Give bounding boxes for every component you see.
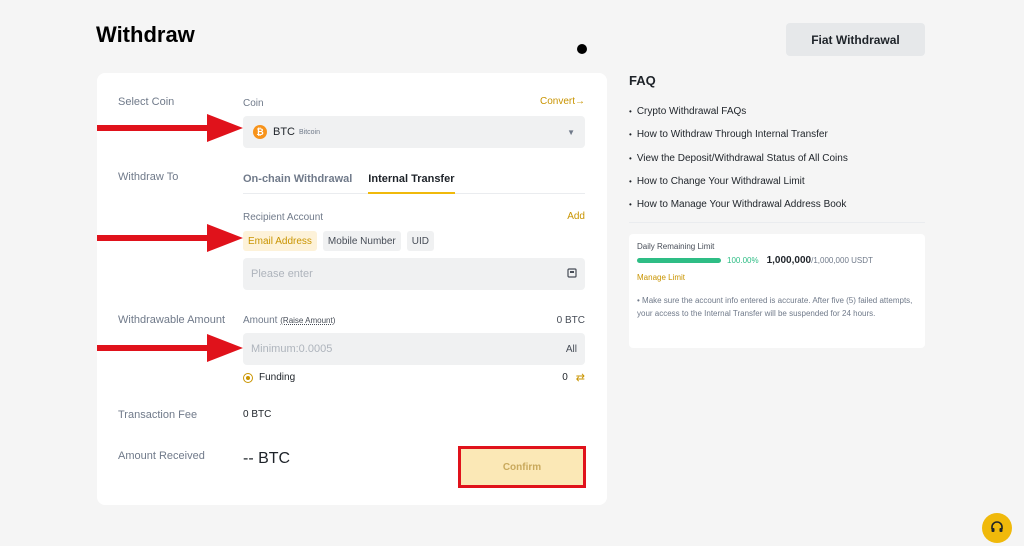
daily-limit-card: Daily Remaining Limit 100.00% 1,000,000 … xyxy=(629,234,925,348)
fiat-withdrawal-button[interactable]: Fiat Withdrawal xyxy=(786,23,925,56)
annotation-arrow-coin xyxy=(97,114,243,142)
faq-list: Crypto Withdrawal FAQs How to Withdraw T… xyxy=(629,106,848,222)
caret-down-icon: ▼ xyxy=(567,127,575,137)
convert-link-text: Convert xyxy=(539,96,575,107)
daily-limit-label: Daily Remaining Limit xyxy=(637,242,715,251)
confirm-highlight-box: Confirm xyxy=(458,446,586,488)
funding-right: 0 ⇄ xyxy=(562,371,585,384)
annotation-arrow-recipient xyxy=(97,224,243,252)
funding-label: Funding xyxy=(259,372,296,383)
limit-value: 1,000,000 xyxy=(766,255,812,266)
manage-limit-link[interactable]: Manage Limit xyxy=(637,273,917,282)
amount-field-label: Amount (Raise Amount) xyxy=(243,315,335,326)
funding-radio[interactable] xyxy=(243,372,253,383)
address-book-icon[interactable] xyxy=(567,267,577,281)
faq-item[interactable]: Crypto Withdrawal FAQs xyxy=(629,106,848,129)
chip-uid[interactable]: UID xyxy=(406,231,434,251)
all-button[interactable]: All xyxy=(566,344,577,355)
amount-received-value: -- BTC xyxy=(243,450,291,467)
funding-row: Funding 0 ⇄ xyxy=(243,371,585,384)
transaction-fee-value: 0 BTC xyxy=(243,409,272,420)
page-title: Withdraw xyxy=(96,22,195,47)
withdraw-to-label: Withdraw To xyxy=(118,171,179,183)
withdraw-method-tabs: On-chain Withdrawal Internal Transfer xyxy=(243,173,585,194)
black-dot-marker xyxy=(577,44,587,54)
arrow-right-icon: → xyxy=(575,96,585,107)
amount-balance: 0 BTC xyxy=(556,315,585,326)
tab-internal-transfer[interactable]: Internal Transfer xyxy=(368,173,455,194)
limit-progress-bar xyxy=(637,258,721,263)
swap-icon[interactable]: ⇄ xyxy=(576,371,585,384)
faq-item[interactable]: View the Deposit/Withdrawal Status of Al… xyxy=(629,153,848,176)
select-coin-label: Select Coin xyxy=(118,96,175,108)
faq-item[interactable]: How to Change Your Withdrawal Limit xyxy=(629,176,848,199)
withdrawable-amount-label: Withdrawable Amount xyxy=(118,314,225,326)
faq-title: FAQ xyxy=(629,73,656,88)
tab-on-chain-withdrawal[interactable]: On-chain Withdrawal xyxy=(243,173,352,194)
coin-select[interactable]: ₿ BTC Bitcoin ▼ xyxy=(243,116,585,148)
add-recipient-link[interactable]: Add xyxy=(567,211,585,222)
limit-total: /1,000,000 USDT xyxy=(811,256,873,265)
chip-email-address[interactable]: Email Address xyxy=(243,231,317,251)
transaction-fee-label: Transaction Fee xyxy=(118,409,198,421)
headset-icon xyxy=(991,521,1003,532)
recipient-placeholder: Please enter xyxy=(251,268,313,280)
recipient-type-chips: Email Address Mobile Number UID xyxy=(243,231,434,251)
chip-mobile-number[interactable]: Mobile Number xyxy=(322,231,401,251)
amount-received-label: Amount Received xyxy=(118,450,205,462)
raise-amount-link[interactable]: (Raise Amount) xyxy=(280,316,335,325)
annotation-arrow-amount xyxy=(97,334,243,362)
coin-name: Bitcoin xyxy=(299,128,321,136)
faq-item[interactable]: How to Withdraw Through Internal Transfe… xyxy=(629,129,848,152)
recipient-input[interactable]: Please enter xyxy=(243,258,585,290)
transfer-warning-note: • Make sure the account info entered is … xyxy=(637,296,913,318)
amount-label: Amount xyxy=(243,315,278,326)
funding-value: 0 xyxy=(562,372,568,383)
limit-percent: 100.00% xyxy=(727,256,759,265)
coin-field-label: Coin xyxy=(243,98,264,109)
daily-limit-row: 100.00% 1,000,000 /1,000,000 USDT xyxy=(637,255,917,266)
convert-link[interactable]: Convert→ xyxy=(540,96,585,107)
faq-item[interactable]: How to Manage Your Withdrawal Address Bo… xyxy=(629,199,848,222)
recipient-account-label: Recipient Account xyxy=(243,212,324,223)
amount-input[interactable]: Minimum:0.0005 All xyxy=(243,333,585,365)
confirm-button[interactable]: Confirm xyxy=(461,449,583,485)
support-chat-button[interactable] xyxy=(982,513,1012,543)
faq-divider xyxy=(629,222,925,223)
bitcoin-icon: ₿ xyxy=(253,125,267,139)
coin-symbol: BTC xyxy=(273,126,295,138)
amount-placeholder: Minimum:0.0005 xyxy=(251,343,333,355)
